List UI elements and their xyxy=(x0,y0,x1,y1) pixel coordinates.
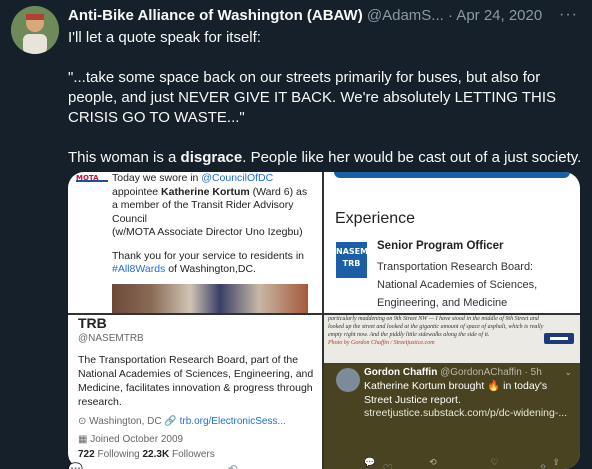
logo-line-1: NASEM xyxy=(336,247,369,256)
mota-tweet-text: Today we swore in @CouncilOfDC appointee… xyxy=(112,172,316,277)
link-icon: 🔗 xyxy=(164,416,180,427)
nasem-trb-logo: NASEM TRB xyxy=(336,242,369,278)
media-image-trb-profile[interactable]: TRB @NASEMTRB The Transportation Researc… xyxy=(68,315,322,469)
share-icon: ⇪ xyxy=(552,457,560,467)
mota-logo: MOTA xyxy=(76,174,108,182)
mota-line-6: Thank you for your service to residents … xyxy=(112,249,305,262)
embedded-tweet-header: Gordon Chaffin @GordonAChaffin · 5h xyxy=(364,367,542,378)
closing-bold: disgrace xyxy=(180,149,243,166)
tweet-actions: 💬 ⟲ ♡ ⇪ xyxy=(68,462,548,469)
media-grid[interactable]: MOTA Today we swore in @CouncilOfDC appo… xyxy=(68,172,580,469)
mota-line-1: Today we swore in xyxy=(112,172,202,184)
tweet-line-closing: This woman is a disgrace. People like he… xyxy=(68,148,584,168)
media-image-streetjustice[interactable]: particularly maddening on 9th Street NW … xyxy=(324,315,580,469)
following-count: 722 xyxy=(78,449,95,460)
calendar-icon: ▦ xyxy=(78,434,91,445)
share-icon[interactable]: ⇪ xyxy=(538,462,548,469)
embedded-tweet: Gordon Chaffin @GordonAChaffin · 5h ⌄ Ka… xyxy=(324,363,580,469)
mota-appointee-name: Katherine Kortum xyxy=(161,185,250,198)
embedded-link: streetjustice.substack.com/p/dc-widening… xyxy=(364,407,568,419)
tweet-header: Anti-Bike Alliance of Washington (ABAW) … xyxy=(68,6,556,26)
job-organization: Transportation Research Board: National … xyxy=(377,261,538,309)
ceremony-photo xyxy=(112,284,308,313)
followers-count: 22.3K xyxy=(142,449,170,460)
closing-post: . People like her would be cast out of a… xyxy=(242,149,582,166)
media-image-linkedin-experience[interactable]: Experience NASEM TRB Senior Program Offi… xyxy=(324,172,580,313)
tweet-line-intro: I'll let a quote speak for itself: xyxy=(68,29,261,46)
tweet-line-quote: "...take some space back on our streets … xyxy=(68,69,557,126)
chevron-down-icon: ⌄ xyxy=(564,367,572,377)
header-bar xyxy=(334,172,570,178)
experience-title: Experience xyxy=(335,210,416,227)
trb-website-link: trb.org/ElectronicSess... xyxy=(179,416,286,427)
followers-label: Followers xyxy=(169,449,215,460)
tweet-text: I'll let a quote speak for itself: "...t… xyxy=(68,28,584,188)
closing-pre: This woman is a xyxy=(68,149,181,166)
trb-profile-name: TRB xyxy=(78,315,107,331)
trb-follow-counts: 722 Following 22.3K Followers xyxy=(78,449,215,460)
location-icon: ⊙ xyxy=(78,416,90,427)
reply-icon[interactable]: 💬 xyxy=(68,462,83,469)
trb-profile-meta: ⊙ Washington, DC 🔗 trb.org/ElectronicSes… xyxy=(78,413,318,449)
logo-line-2: TRB xyxy=(342,259,361,268)
mota-line-2: appointee xyxy=(112,185,162,198)
like-icon[interactable]: ♡ xyxy=(382,462,393,469)
embedded-author-name: Gordon Chaffin xyxy=(364,367,438,378)
article-text: particularly maddening on 9th Street NW … xyxy=(328,316,544,338)
mota-line-5: (w/MOTA Associate Director Uno Izegbu) xyxy=(112,226,303,238)
job-role: Senior Program Officer xyxy=(377,240,504,252)
mota-hashtag-link: #All8Wards xyxy=(112,263,166,275)
following-label: Following xyxy=(94,449,143,460)
article-excerpt: particularly maddening on 9th Street NW … xyxy=(328,315,548,347)
more-options-icon[interactable]: ··· xyxy=(559,6,578,24)
trb-joined: Joined October 2009 xyxy=(90,434,184,445)
embedded-text: Katherine Kortum brought 🔥 in today's St… xyxy=(364,380,548,406)
author-name[interactable]: Anti-Bike Alliance of Washington (ABAW) xyxy=(68,7,363,24)
trb-location: Washington, DC xyxy=(89,416,162,427)
media-image-mota-tweet[interactable]: MOTA Today we swore in @CouncilOfDC appo… xyxy=(68,172,322,313)
retweet-icon[interactable]: ⟲ xyxy=(228,462,238,469)
mota-line-2-post: (Ward 6) as xyxy=(249,185,308,198)
mota-line-7-post: of Washington,DC. xyxy=(165,263,256,275)
embedded-avatar xyxy=(336,368,360,392)
handle-and-date[interactable]: @AdamS... · Apr 24, 2020 xyxy=(363,7,542,24)
embedded-tweet-body: Katherine Kortum brought 🔥 in today's St… xyxy=(364,380,570,421)
article-photo-credit: Photo by Gordon Chaffin / Streetjustice.… xyxy=(328,340,435,346)
trb-profile-handle: @NASEMTRB xyxy=(78,333,144,344)
mota-line-3: a member of the Transit Rider Advisory xyxy=(112,199,294,211)
author-avatar[interactable] xyxy=(11,6,59,54)
arrow-badge-icon xyxy=(544,333,574,344)
mota-mention-link: @CouncilOfDC xyxy=(201,172,274,184)
embedded-handle: @GordonAChaffin · 5h xyxy=(437,367,542,378)
mota-line-4: Council xyxy=(112,212,148,225)
trb-profile-bio: The Transportation Research Board, part … xyxy=(78,354,314,408)
